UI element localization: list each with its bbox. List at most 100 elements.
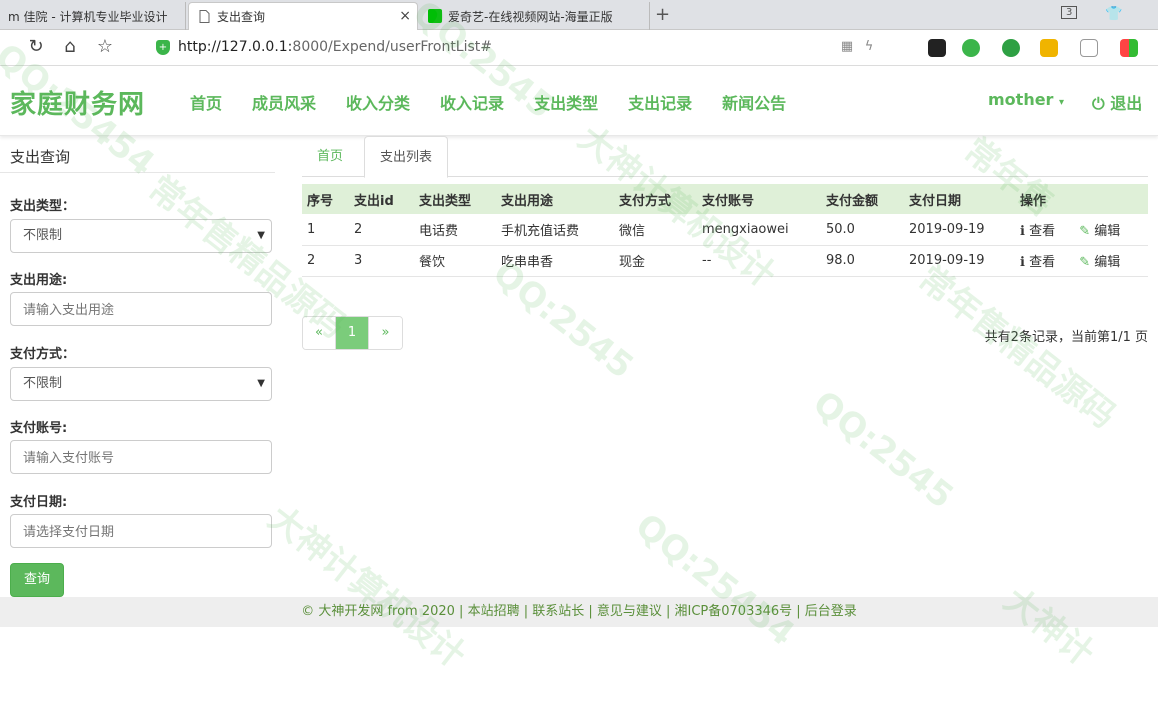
site-logo[interactable]: 家庭财务网 bbox=[10, 84, 145, 121]
shield-ext-icon[interactable] bbox=[1040, 39, 1058, 57]
prev-page-button[interactable]: « bbox=[303, 317, 336, 349]
search-panel: 支出查询 支出类型： 不限制 ▼ 支出用途: 支付方式： 不限制 ▼ 支付账号:… bbox=[0, 136, 280, 606]
nav-expense-type[interactable]: 支出类型 bbox=[534, 90, 598, 114]
username: mother bbox=[988, 90, 1054, 109]
cell-amount: 50.0 bbox=[821, 214, 904, 246]
col-method: 支付方式 bbox=[614, 184, 697, 214]
edit-label: 编辑 bbox=[1094, 223, 1121, 239]
user-menu[interactable]: mother ▾ bbox=[988, 90, 1064, 109]
account-input[interactable] bbox=[10, 440, 272, 474]
browser-tab-bar: m 佳院 - 计算机专业毕业设计 支出查询 × 爱奇艺-在线视频网站-海量正版 … bbox=[0, 0, 1158, 30]
browser-tab-3[interactable]: 爱奇艺-在线视频网站-海量正版 bbox=[420, 2, 650, 30]
new-tab-button[interactable]: + bbox=[655, 4, 670, 25]
page-icon bbox=[197, 10, 211, 24]
tab-home[interactable]: 首页 bbox=[302, 136, 358, 177]
select-arrow-icon: ▼ bbox=[257, 378, 265, 389]
col-purpose: 支出用途 bbox=[496, 184, 614, 214]
cell-id: 2 bbox=[349, 214, 414, 246]
tab-expense-list[interactable]: 支出列表 bbox=[364, 136, 449, 178]
browser-tab-active[interactable]: 支出查询 × bbox=[188, 2, 418, 30]
view-link[interactable]: ℹ 查看 bbox=[1020, 255, 1065, 270]
table-row: 1 2 电话费 手机充值话费 微信 mengxiaowei 50.0 2019-… bbox=[302, 214, 1148, 246]
shirt-icon[interactable]: 👕 bbox=[1105, 6, 1122, 22]
power-icon: ⏻ bbox=[1092, 94, 1105, 113]
caret-down-icon: ▾ bbox=[1059, 97, 1065, 108]
col-actions: 操作 bbox=[1015, 184, 1148, 214]
payment-method-select[interactable]: 不限制 ▼ bbox=[10, 367, 272, 401]
date-input[interactable] bbox=[10, 514, 272, 548]
expense-type-label: 支出类型： bbox=[10, 199, 76, 214]
search-button[interactable]: 查询 bbox=[10, 563, 64, 597]
purpose-label: 支出用途: bbox=[10, 273, 68, 288]
lightning-icon[interactable]: ϟ bbox=[858, 36, 880, 58]
image-icon[interactable] bbox=[1080, 39, 1098, 57]
info-icon: ℹ bbox=[1020, 223, 1025, 239]
home-icon[interactable]: ⌂ bbox=[59, 36, 81, 58]
cell-actions: ℹ 查看 ✎ 编辑 bbox=[1015, 245, 1148, 277]
nav-income-category[interactable]: 收入分类 bbox=[346, 90, 410, 114]
tab-count-badge[interactable]: 3 bbox=[1061, 6, 1078, 19]
logout-link[interactable]: ⏻ 退出 bbox=[1092, 90, 1142, 114]
pagination: « 1 » bbox=[302, 316, 403, 350]
main-nav: 首页 成员风采 收入分类 收入记录 支出类型 支出记录 新闻公告 bbox=[190, 90, 816, 114]
logout-label: 退出 bbox=[1110, 94, 1143, 113]
nav-income-record[interactable]: 收入记录 bbox=[440, 90, 504, 114]
payment-method-value: 不限制 bbox=[23, 376, 63, 391]
purpose-input[interactable] bbox=[10, 292, 272, 326]
apps-icon[interactable] bbox=[1120, 39, 1138, 57]
tab-label: m 佳院 - 计算机专业毕业设计 bbox=[8, 9, 168, 24]
table-header-row: 序号 支出id 支出类型 支出用途 支付方式 支付账号 支付金额 支付日期 操作 bbox=[302, 184, 1148, 214]
expense-type-select[interactable]: 不限制 ▼ bbox=[10, 219, 272, 253]
cell-type: 电话费 bbox=[414, 214, 496, 246]
url-path: 8000/Expend/userFrontList# bbox=[292, 39, 493, 55]
url-host: http://127.0.0.1: bbox=[178, 39, 293, 55]
cell-purpose: 吃串串香 bbox=[496, 245, 614, 277]
gamepad-icon[interactable] bbox=[928, 39, 946, 57]
panel-title: 支出查询 bbox=[10, 148, 71, 166]
url-field[interactable]: http://127.0.0.1:8000/Expend/userFrontLi… bbox=[178, 39, 492, 55]
pencil-icon: ✎ bbox=[1079, 223, 1091, 239]
col-amount: 支付金额 bbox=[821, 184, 904, 214]
view-label: 查看 bbox=[1029, 255, 1056, 270]
cell-method: 现金 bbox=[614, 245, 697, 277]
page-1-button[interactable]: 1 bbox=[336, 317, 369, 349]
reload-icon[interactable]: ↻ bbox=[25, 36, 47, 58]
date-label: 支付日期: bbox=[10, 495, 68, 510]
payment-method-label: 支付方式： bbox=[10, 347, 76, 362]
next-page-button[interactable]: » bbox=[369, 317, 402, 349]
site-header: 家庭财务网 首页 成员风采 收入分类 收入记录 支出类型 支出记录 新闻公告 m… bbox=[0, 66, 1158, 136]
cell-amount: 98.0 bbox=[821, 245, 904, 277]
close-tab-icon[interactable]: × bbox=[399, 8, 411, 24]
scissors-icon[interactable] bbox=[962, 39, 980, 57]
divider bbox=[0, 172, 275, 173]
view-label: 查看 bbox=[1029, 223, 1056, 239]
view-link[interactable]: ℹ 查看 bbox=[1020, 224, 1065, 239]
pencil-icon: ✎ bbox=[1079, 255, 1091, 270]
star-icon[interactable]: ☆ bbox=[94, 36, 116, 58]
address-bar: ↻ ⌂ ☆ + http://127.0.0.1:8000/Expend/use… bbox=[0, 30, 1158, 66]
edit-link[interactable]: ✎ 编辑 bbox=[1079, 255, 1130, 270]
expense-type-value: 不限制 bbox=[23, 228, 63, 243]
nav-home[interactable]: 首页 bbox=[190, 90, 222, 114]
nav-expense-record[interactable]: 支出记录 bbox=[628, 90, 692, 114]
table-row: 2 3 餐饮 吃串串香 现金 -- 98.0 2019-09-19 ℹ 查看 ✎… bbox=[302, 245, 1148, 277]
iqiyi-icon bbox=[428, 9, 442, 23]
cell-account: mengxiaowei bbox=[697, 214, 821, 246]
cell-actions: ℹ 查看 ✎ 编辑 bbox=[1015, 214, 1148, 246]
tab-label: 支出查询 bbox=[217, 10, 266, 24]
col-date: 支付日期 bbox=[904, 184, 1015, 214]
site-footer: © 大神开发网 from 2020 | 本站招聘 | 联系站长 | 意见与建议 … bbox=[0, 597, 1158, 627]
info-icon: ℹ bbox=[1020, 255, 1025, 270]
tab-label: 爱奇艺-在线视频网站-海量正版 bbox=[448, 9, 613, 24]
nav-members[interactable]: 成员风采 bbox=[252, 90, 316, 114]
cell-method: 微信 bbox=[614, 214, 697, 246]
translate-icon[interactable] bbox=[1002, 39, 1020, 57]
browser-tab-1[interactable]: m 佳院 - 计算机专业毕业设计 bbox=[0, 2, 186, 30]
qr-icon[interactable]: ▦ bbox=[836, 36, 858, 58]
expense-table: 序号 支出id 支出类型 支出用途 支付方式 支付账号 支付金额 支付日期 操作… bbox=[302, 184, 1148, 277]
cell-purpose: 手机充值话费 bbox=[496, 214, 614, 246]
nav-news[interactable]: 新闻公告 bbox=[722, 90, 786, 114]
cell-account: -- bbox=[697, 245, 821, 277]
content-tabs: 首页 支出列表 bbox=[302, 136, 1148, 178]
edit-link[interactable]: ✎ 编辑 bbox=[1079, 224, 1130, 239]
